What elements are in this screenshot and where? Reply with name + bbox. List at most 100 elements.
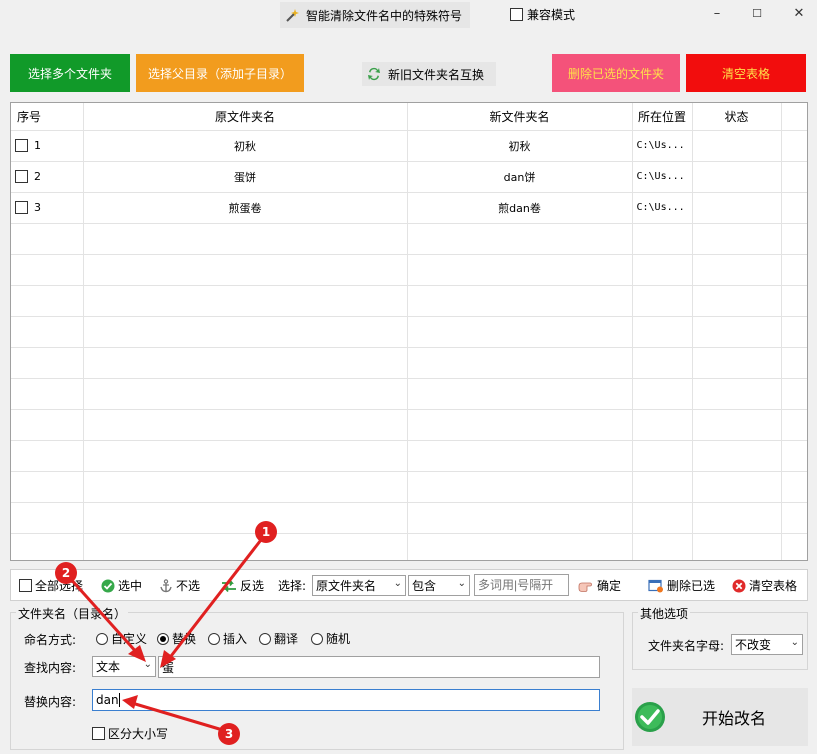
radio-selected-icon: [157, 632, 169, 645]
empty-row: [11, 440, 807, 472]
empty-cell: [83, 285, 408, 317]
empty-cell: [781, 533, 807, 560]
app-title: 智能清除文件名中的特殊符号: [306, 8, 463, 23]
mode-option-translate[interactable]: 翻译: [259, 630, 298, 647]
column-header-filler: [781, 103, 807, 131]
row-index-cell[interactable]: 2: [11, 161, 84, 193]
mode-option-label: 自定义: [111, 632, 148, 646]
row-index: 3: [34, 200, 41, 214]
app-title-tab[interactable]: 智能清除文件名中的特殊符号: [280, 2, 470, 28]
green-check-icon: [635, 702, 665, 732]
find-input[interactable]: 蛋: [158, 656, 600, 678]
radio-icon: [259, 632, 271, 645]
swap-names-button[interactable]: 新旧文件夹名互换: [362, 62, 496, 86]
mode-option-replace[interactable]: 替换: [157, 630, 196, 647]
invert-button[interactable]: 反选: [221, 577, 264, 594]
empty-cell: [632, 409, 693, 441]
swap-names-label: 新旧文件夹名互换: [388, 67, 485, 82]
empty-cell: [11, 502, 84, 534]
empty-cell: [781, 316, 807, 348]
column-header-original[interactable]: 原文件夹名: [83, 103, 408, 131]
case-sensitive-label: 区分大小写: [108, 727, 169, 741]
empty-cell: [407, 409, 633, 441]
mode-option-label: 翻译: [274, 632, 299, 646]
empty-rows: [11, 223, 807, 560]
empty-cell: [632, 440, 693, 472]
empty-cell: [632, 223, 693, 255]
empty-row: [11, 471, 807, 503]
empty-cell: [11, 409, 84, 441]
empty-row: [11, 409, 807, 441]
table-row[interactable]: 1 初秋 初秋 C:\Us...: [11, 130, 807, 162]
case-sensitive-checkbox[interactable]: 区分大小写: [92, 725, 168, 742]
mode-option-insert[interactable]: 插入: [208, 630, 247, 647]
empty-cell: [11, 223, 84, 255]
row-checkbox[interactable]: [15, 170, 28, 184]
confirm-button[interactable]: 确定: [578, 577, 621, 594]
empty-cell: [83, 223, 408, 255]
status-cell: [692, 192, 782, 224]
empty-cell: [83, 440, 408, 472]
replace-input[interactable]: dan: [92, 689, 600, 711]
empty-cell: [11, 533, 84, 560]
letter-case-select[interactable]: 不改变 ⌄: [731, 634, 803, 655]
match-select[interactable]: 包含 ⌄: [408, 575, 470, 596]
column-header-location[interactable]: 所在位置: [632, 103, 693, 131]
table-row[interactable]: 3 煎蛋卷 煎dan卷 C:\Us...: [11, 192, 807, 224]
clear-table-button[interactable]: 清空表格: [732, 577, 797, 594]
select-parent-dir-button[interactable]: 选择父目录（添加子目录）: [136, 54, 304, 92]
table-row[interactable]: 2 蛋饼 dan饼 C:\Us...: [11, 161, 807, 193]
empty-cell: [83, 502, 408, 534]
mode-option-random[interactable]: 随机: [311, 630, 350, 647]
keyword-input[interactable]: [474, 574, 569, 596]
annotation-marker-3: 3: [218, 723, 240, 745]
empty-cell: [407, 533, 633, 560]
compat-mode-checkbox[interactable]: 兼容模式: [510, 6, 575, 23]
close-button[interactable]: ✕: [788, 4, 810, 24]
mode-option-custom[interactable]: 自定义: [96, 630, 147, 647]
empty-cell: [407, 347, 633, 379]
row-index-cell[interactable]: 3: [11, 192, 84, 224]
empty-cell: [781, 347, 807, 379]
empty-cell: [83, 378, 408, 410]
row-checkbox[interactable]: [15, 139, 28, 153]
pointing-hand-icon: [578, 582, 592, 592]
empty-cell: [407, 471, 633, 503]
compat-mode-label: 兼容模式: [527, 8, 576, 22]
clear-table-top-button[interactable]: 清空表格: [686, 54, 806, 92]
row-index-cell[interactable]: 1: [11, 130, 84, 162]
annotation-marker-1: 1: [255, 521, 277, 543]
row-index: 1: [34, 138, 41, 152]
table-header-row: 序号 原文件夹名 新文件夹名 所在位置 状态: [11, 103, 807, 131]
minimize-button[interactable]: –: [706, 4, 728, 24]
empty-cell: [407, 254, 633, 286]
empty-row: [11, 285, 807, 317]
empty-cell: [781, 254, 807, 286]
new-name-cell: 初秋: [407, 130, 633, 162]
empty-cell: [11, 471, 84, 503]
uncheck-button[interactable]: 不选: [159, 577, 200, 594]
empty-row: [11, 502, 807, 534]
column-header-status[interactable]: 状态: [692, 103, 782, 131]
folder-table[interactable]: 序号 原文件夹名 新文件夹名 所在位置 状态 1 初秋 初秋 C:\Us... …: [10, 102, 808, 561]
checkbox-icon: [19, 579, 32, 592]
column-header-index[interactable]: 序号: [11, 103, 84, 131]
row-checkbox[interactable]: [15, 201, 28, 215]
find-type-select[interactable]: 文本 ⌄: [92, 656, 156, 677]
start-rename-label: 开始改名: [702, 709, 767, 728]
maximize-button[interactable]: ☐: [746, 4, 768, 24]
empty-cell: [692, 502, 782, 534]
empty-cell: [632, 316, 693, 348]
confirm-label: 确定: [597, 579, 622, 593]
delete-selected-button[interactable]: 删除已选: [648, 577, 715, 594]
empty-row: [11, 378, 807, 410]
empty-cell: [781, 502, 807, 534]
check-circle-icon: [101, 579, 115, 592]
column-header-new[interactable]: 新文件夹名: [407, 103, 633, 131]
column-select[interactable]: 原文件夹名 ⌄: [312, 575, 406, 596]
check-button[interactable]: 选中: [101, 577, 142, 594]
naming-mode-label: 命名方式:: [24, 633, 77, 647]
select-multiple-folders-button[interactable]: 选择多个文件夹: [10, 54, 130, 92]
start-rename-button[interactable]: 开始改名: [632, 688, 808, 746]
delete-selected-folders-button[interactable]: 删除已选的文件夹: [552, 54, 680, 92]
